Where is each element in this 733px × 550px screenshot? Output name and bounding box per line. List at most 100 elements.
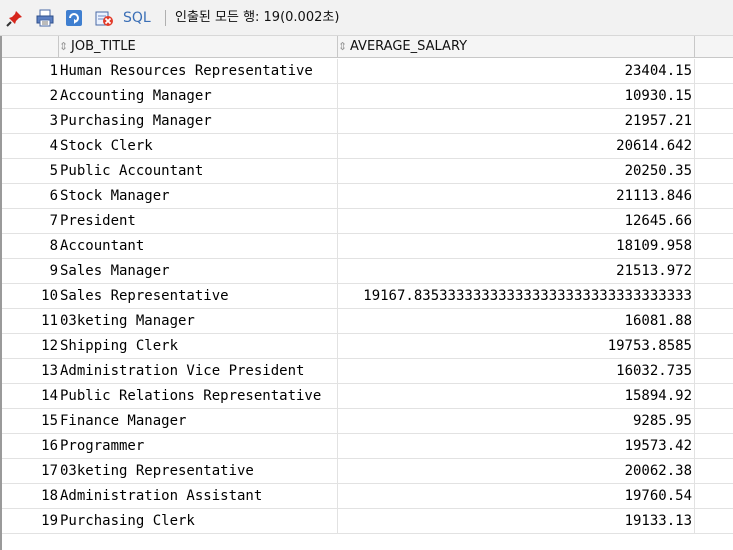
table-row[interactable]: 18 Administration Assistant 19760.54 — [2, 484, 733, 509]
cell-average-salary[interactable]: 15894.92 — [338, 384, 695, 409]
header-job-title[interactable]: ⇕ JOB_TITLE — [59, 36, 338, 57]
cell-spare — [695, 209, 733, 234]
result-grid[interactable]: ⇕ JOB_TITLE ⇕ AVERAGE_SALARY 1 Human Resour… — [0, 36, 733, 550]
table-row[interactable]: 10 Sales Representative 19167.835333333333… — [2, 284, 733, 309]
cell-job-title[interactable]: Administration Assistant — [59, 484, 338, 509]
cell-spare — [695, 509, 733, 534]
cell-job-title[interactable]: Stock Manager — [59, 184, 338, 209]
table-row[interactable]: 1 Human Resources Representative 23404.15 — [2, 59, 733, 84]
cell-average-salary[interactable]: 9285.95 — [338, 409, 695, 434]
cell-average-salary[interactable]: 21513.972 — [338, 259, 695, 284]
cell-average-salary[interactable]: 19753.8585 — [338, 334, 695, 359]
row-number: 19 — [2, 509, 59, 534]
cell-average-salary[interactable]: 16081.88 — [338, 309, 695, 334]
cell-job-title[interactable]: Sales Representative — [59, 284, 338, 309]
cell-job-title[interactable]: Public Accountant — [59, 159, 338, 184]
table-row[interactable]: 9 Sales Manager 21513.972 — [2, 259, 733, 284]
cell-job-title[interactable]: President — [59, 209, 338, 234]
cell-job-title[interactable]: Administration Vice President — [59, 359, 338, 384]
cell-job-title[interactable]: Purchasing Clerk — [59, 509, 338, 534]
row-number: 7 — [2, 209, 59, 234]
cell-average-salary[interactable]: 16032.735 — [338, 359, 695, 384]
cell-spare — [695, 109, 733, 134]
table-row[interactable]: 7 President 12645.66 — [2, 209, 733, 234]
row-number: 4 — [2, 134, 59, 159]
cell-average-salary[interactable]: 20250.35 — [338, 159, 695, 184]
row-number: 18 — [2, 484, 59, 509]
cell-spare — [695, 59, 733, 84]
print-icon[interactable] — [36, 9, 54, 27]
table-row[interactable]: 17 03keting Representative 20062.38 — [2, 459, 733, 484]
row-number: 3 — [2, 109, 59, 134]
table-row[interactable]: 13 Administration Vice President 16032.735 — [2, 359, 733, 384]
row-number: 14 — [2, 384, 59, 409]
cell-job-title[interactable]: Accountant — [59, 234, 338, 259]
table-row[interactable]: 2 Accounting Manager 10930.15 — [2, 84, 733, 109]
header-spare — [695, 36, 733, 57]
toolbar-separator — [165, 10, 166, 26]
cell-job-title[interactable]: Shipping Clerk — [59, 334, 338, 359]
sort-icon[interactable]: ⇕ — [59, 36, 71, 57]
cell-average-salary[interactable]: 21113.846 — [338, 184, 695, 209]
cell-spare — [695, 334, 733, 359]
sort-icon[interactable]: ⇕ — [338, 36, 350, 57]
cell-job-title[interactable]: Public Relations Representative — [59, 384, 338, 409]
row-number: 8 — [2, 234, 59, 259]
table-row[interactable]: 12 Shipping Clerk 19753.8585 — [2, 334, 733, 359]
table-row[interactable]: 15 Finance Manager 9285.95 — [2, 409, 733, 434]
cell-average-salary[interactable]: 10930.15 — [338, 84, 695, 109]
refresh-icon[interactable] — [65, 9, 83, 27]
table-row[interactable]: 19 Purchasing Clerk 19133.13 — [2, 509, 733, 534]
cell-spare — [695, 84, 733, 109]
header-average-salary-label: AVERAGE_SALARY — [350, 39, 468, 54]
cell-average-salary[interactable]: 19573.42 — [338, 434, 695, 459]
table-row[interactable]: 14 Public Relations Representative 15894.9… — [2, 384, 733, 409]
table-row[interactable]: 8 Accountant 18109.958 — [2, 234, 733, 259]
cell-spare — [695, 159, 733, 184]
row-number: 11 — [2, 309, 59, 334]
cell-job-title[interactable]: 03keting Manager — [59, 309, 338, 334]
grid-rows: 1 Human Resources Representative 23404.15 2… — [2, 59, 733, 534]
row-number: 10 — [2, 284, 59, 309]
cell-job-title[interactable]: Human Resources Representative — [59, 59, 338, 84]
table-row[interactable]: 5 Public Accountant 20250.35 — [2, 159, 733, 184]
cell-spare — [695, 359, 733, 384]
cell-job-title[interactable]: Accounting Manager — [59, 84, 338, 109]
cell-job-title[interactable]: Stock Clerk — [59, 134, 338, 159]
cell-average-salary[interactable]: 19760.54 — [338, 484, 695, 509]
cell-average-salary[interactable]: 20062.38 — [338, 459, 695, 484]
row-number: 2 — [2, 84, 59, 109]
cell-spare — [695, 184, 733, 209]
cell-job-title[interactable]: Sales Manager — [59, 259, 338, 284]
cell-spare — [695, 234, 733, 259]
cell-average-salary[interactable]: 12645.66 — [338, 209, 695, 234]
cell-spare — [695, 459, 733, 484]
cell-spare — [695, 309, 733, 334]
cell-average-salary[interactable]: 20614.642 — [338, 134, 695, 159]
cell-spare — [695, 409, 733, 434]
fetch-status: 인출된 모든 행: 19(0.002초) — [175, 10, 340, 25]
row-number: 6 — [2, 184, 59, 209]
cancel-icon[interactable] — [95, 9, 113, 27]
row-number: 17 — [2, 459, 59, 484]
header-average-salary[interactable]: ⇕ AVERAGE_SALARY — [338, 36, 695, 57]
table-row[interactable]: 4 Stock Clerk 20614.642 — [2, 134, 733, 159]
cell-job-title[interactable]: Purchasing Manager — [59, 109, 338, 134]
cell-job-title[interactable]: Finance Manager — [59, 409, 338, 434]
cell-average-salary[interactable]: 19133.13 — [338, 509, 695, 534]
cell-spare — [695, 259, 733, 284]
pin-icon[interactable] — [6, 9, 24, 27]
sql-button[interactable]: SQL — [123, 10, 151, 26]
table-row[interactable]: 16 Programmer 19573.42 — [2, 434, 733, 459]
table-row[interactable]: 6 Stock Manager 21113.846 — [2, 184, 733, 209]
grid-header: ⇕ JOB_TITLE ⇕ AVERAGE_SALARY — [2, 36, 733, 58]
cell-spare — [695, 284, 733, 309]
cell-average-salary[interactable]: 21957.21 — [338, 109, 695, 134]
cell-average-salary[interactable]: 23404.15 — [338, 59, 695, 84]
cell-average-salary[interactable]: 18109.958 — [338, 234, 695, 259]
cell-job-title[interactable]: 03keting Representative — [59, 459, 338, 484]
table-row[interactable]: 3 Purchasing Manager 21957.21 — [2, 109, 733, 134]
cell-job-title[interactable]: Programmer — [59, 434, 338, 459]
table-row[interactable]: 11 03keting Manager 16081.88 — [2, 309, 733, 334]
cell-average-salary[interactable]: 19167.835333333333333333333333333333333 — [338, 284, 695, 309]
